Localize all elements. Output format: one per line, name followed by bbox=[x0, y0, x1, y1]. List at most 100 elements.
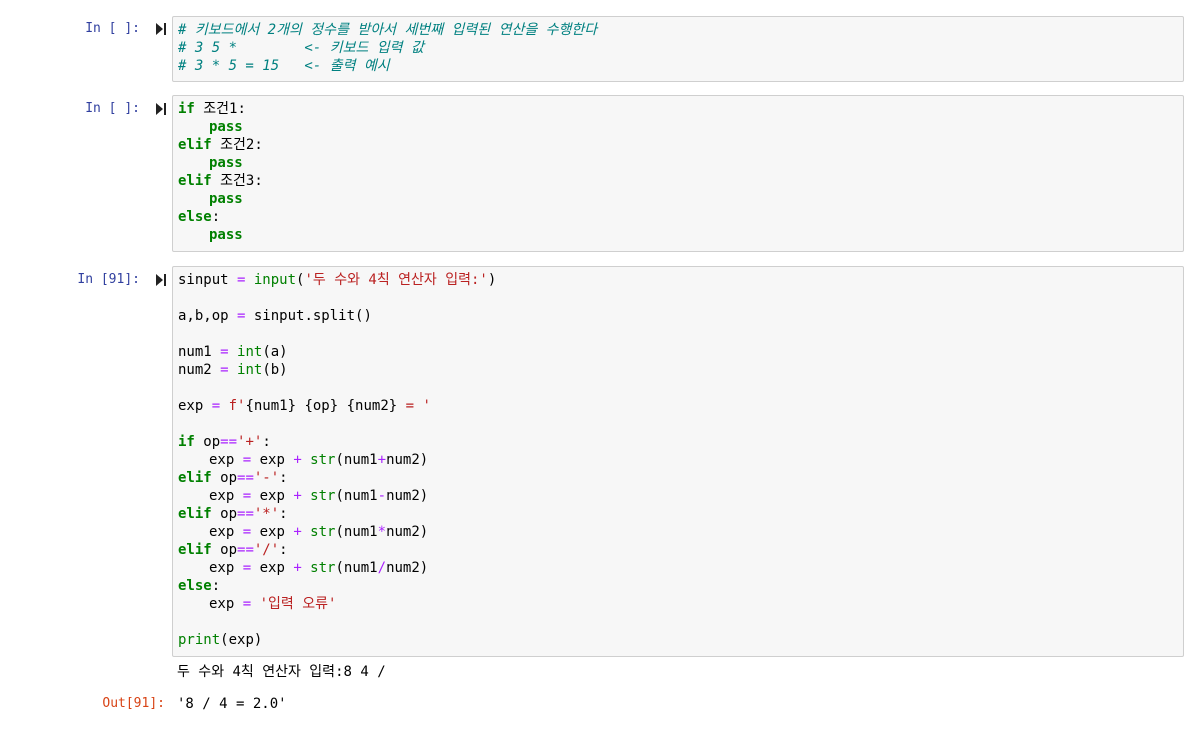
code-text: op bbox=[211, 542, 238, 558]
code-text: exp bbox=[251, 452, 294, 468]
code-text: exp bbox=[251, 560, 294, 576]
builtin: str bbox=[301, 488, 336, 504]
operator: == bbox=[220, 434, 238, 450]
code-text: : bbox=[279, 506, 288, 522]
builtin: str bbox=[301, 524, 336, 540]
code-text: (exp) bbox=[220, 632, 263, 648]
code-line: else: bbox=[178, 577, 1178, 595]
code-text: num1 bbox=[178, 344, 221, 360]
operator: + bbox=[293, 452, 302, 468]
code-line: sinput = input('두 수와 4칙 연산자 입력:') bbox=[178, 271, 1178, 289]
operator: = bbox=[242, 524, 252, 540]
string: f' bbox=[220, 398, 246, 414]
code-text: (num1 bbox=[335, 560, 378, 576]
keyword: pass bbox=[209, 155, 243, 171]
operator: == bbox=[237, 542, 254, 558]
code-line: elif op=='/': bbox=[178, 541, 1178, 559]
code-text: (num1 bbox=[335, 488, 378, 504]
code-text: op bbox=[211, 470, 238, 486]
cell-stdout: 두 수와 4칙 연산자 입력:8 4 / bbox=[177, 664, 386, 680]
code-text: num2) bbox=[386, 488, 429, 504]
code-text: exp bbox=[209, 488, 243, 504]
keyword: if bbox=[178, 434, 195, 450]
keyword: else bbox=[178, 209, 212, 225]
input-prompt: In [ ]: bbox=[85, 101, 140, 116]
operator: = bbox=[242, 452, 252, 468]
string: '/' bbox=[253, 542, 280, 558]
run-cell-icon[interactable] bbox=[156, 274, 166, 286]
string: '*' bbox=[253, 506, 280, 522]
keyword: pass bbox=[209, 227, 243, 243]
code-text: op bbox=[194, 434, 221, 450]
operator: = bbox=[242, 488, 252, 504]
operator: * bbox=[377, 524, 387, 540]
code-text: exp bbox=[209, 524, 243, 540]
operator: == bbox=[237, 470, 254, 486]
code-text: ) bbox=[487, 272, 497, 288]
code-line: exp = f'{num1} {op} {num2} = ' bbox=[178, 397, 1178, 415]
code-text: 조건2: bbox=[211, 137, 263, 153]
code-line: else: bbox=[178, 208, 1178, 226]
run-cell-icon[interactable] bbox=[156, 23, 166, 35]
keyword: elif bbox=[178, 173, 212, 189]
cell-input[interactable]: if 조건1: pass elif 조건2: pass elif 조건3: pa… bbox=[172, 95, 1184, 252]
code-text: {num1} {op} {num2} bbox=[245, 398, 398, 414]
string: = ' bbox=[397, 398, 431, 414]
operator: / bbox=[377, 560, 387, 576]
code-line: exp = exp + str(num1+num2) bbox=[178, 451, 1178, 469]
code-line: exp = '입력 오류' bbox=[178, 595, 1178, 613]
code-text: : bbox=[211, 209, 221, 225]
operator: = bbox=[211, 398, 221, 414]
code-text: : bbox=[279, 542, 288, 558]
code-text: exp bbox=[209, 596, 243, 612]
operator: - bbox=[377, 488, 387, 504]
builtin: int bbox=[228, 344, 263, 360]
keyword: elif bbox=[178, 542, 212, 558]
code-text: exp bbox=[251, 488, 294, 504]
code-line: num2 = int(b) bbox=[178, 361, 1178, 379]
code-line: pass bbox=[178, 154, 1178, 172]
code-text: : bbox=[279, 470, 288, 486]
code-comment: # 키보드에서 2개의 정수를 받아서 세번째 입력된 연산을 수행한다 bbox=[178, 22, 598, 38]
builtin: int bbox=[228, 362, 263, 378]
cell-input[interactable]: # 키보드에서 2개의 정수를 받아서 세번째 입력된 연산을 수행한다 # 3… bbox=[172, 16, 1184, 82]
builtin: str bbox=[301, 452, 336, 468]
code-line: exp = exp + str(num1*num2) bbox=[178, 523, 1178, 541]
code-line: elif op=='-': bbox=[178, 469, 1178, 487]
code-text: exp bbox=[209, 560, 243, 576]
code-text: sinput bbox=[178, 272, 238, 288]
code-text: a,b,op bbox=[178, 308, 238, 324]
operator: = bbox=[220, 344, 229, 360]
code-line: if 조건1: bbox=[178, 100, 1178, 118]
builtin: print bbox=[178, 632, 221, 648]
code-text: op bbox=[211, 506, 238, 522]
code-text: (a) bbox=[262, 344, 288, 360]
code-line: elif 조건3: bbox=[178, 172, 1178, 190]
code-text: (num1 bbox=[335, 524, 378, 540]
code-line: a,b,op = sinput.split() bbox=[178, 307, 1178, 325]
code-line: pass bbox=[178, 118, 1178, 136]
code-text: num2) bbox=[386, 560, 429, 576]
code-line: if op=='+': bbox=[178, 433, 1178, 451]
keyword: elif bbox=[178, 470, 212, 486]
string: '+' bbox=[237, 434, 263, 450]
code-text: (b) bbox=[262, 362, 288, 378]
code-line: num1 = int(a) bbox=[178, 343, 1178, 361]
code-line: pass bbox=[178, 226, 1178, 244]
code-line: elif 조건2: bbox=[178, 136, 1178, 154]
keyword: if bbox=[178, 101, 195, 117]
run-cell-icon[interactable] bbox=[156, 103, 166, 115]
code-comment: # 3 5 * <- 키보드 입력 값 bbox=[178, 40, 424, 56]
string: '입력 오류' bbox=[251, 596, 337, 612]
code-text: : bbox=[211, 578, 221, 594]
operator: = bbox=[220, 362, 229, 378]
operator: + bbox=[293, 560, 302, 576]
input-prompt: In [91]: bbox=[77, 272, 140, 287]
cell-input[interactable]: sinput = input('두 수와 4칙 연산자 입력:') a,b,op… bbox=[172, 266, 1184, 657]
keyword: pass bbox=[209, 119, 243, 135]
code-comment: # 3 * 5 = 15 <- 출력 예시 bbox=[178, 58, 390, 74]
string: '두 수와 4칙 연산자 입력:' bbox=[304, 272, 488, 288]
